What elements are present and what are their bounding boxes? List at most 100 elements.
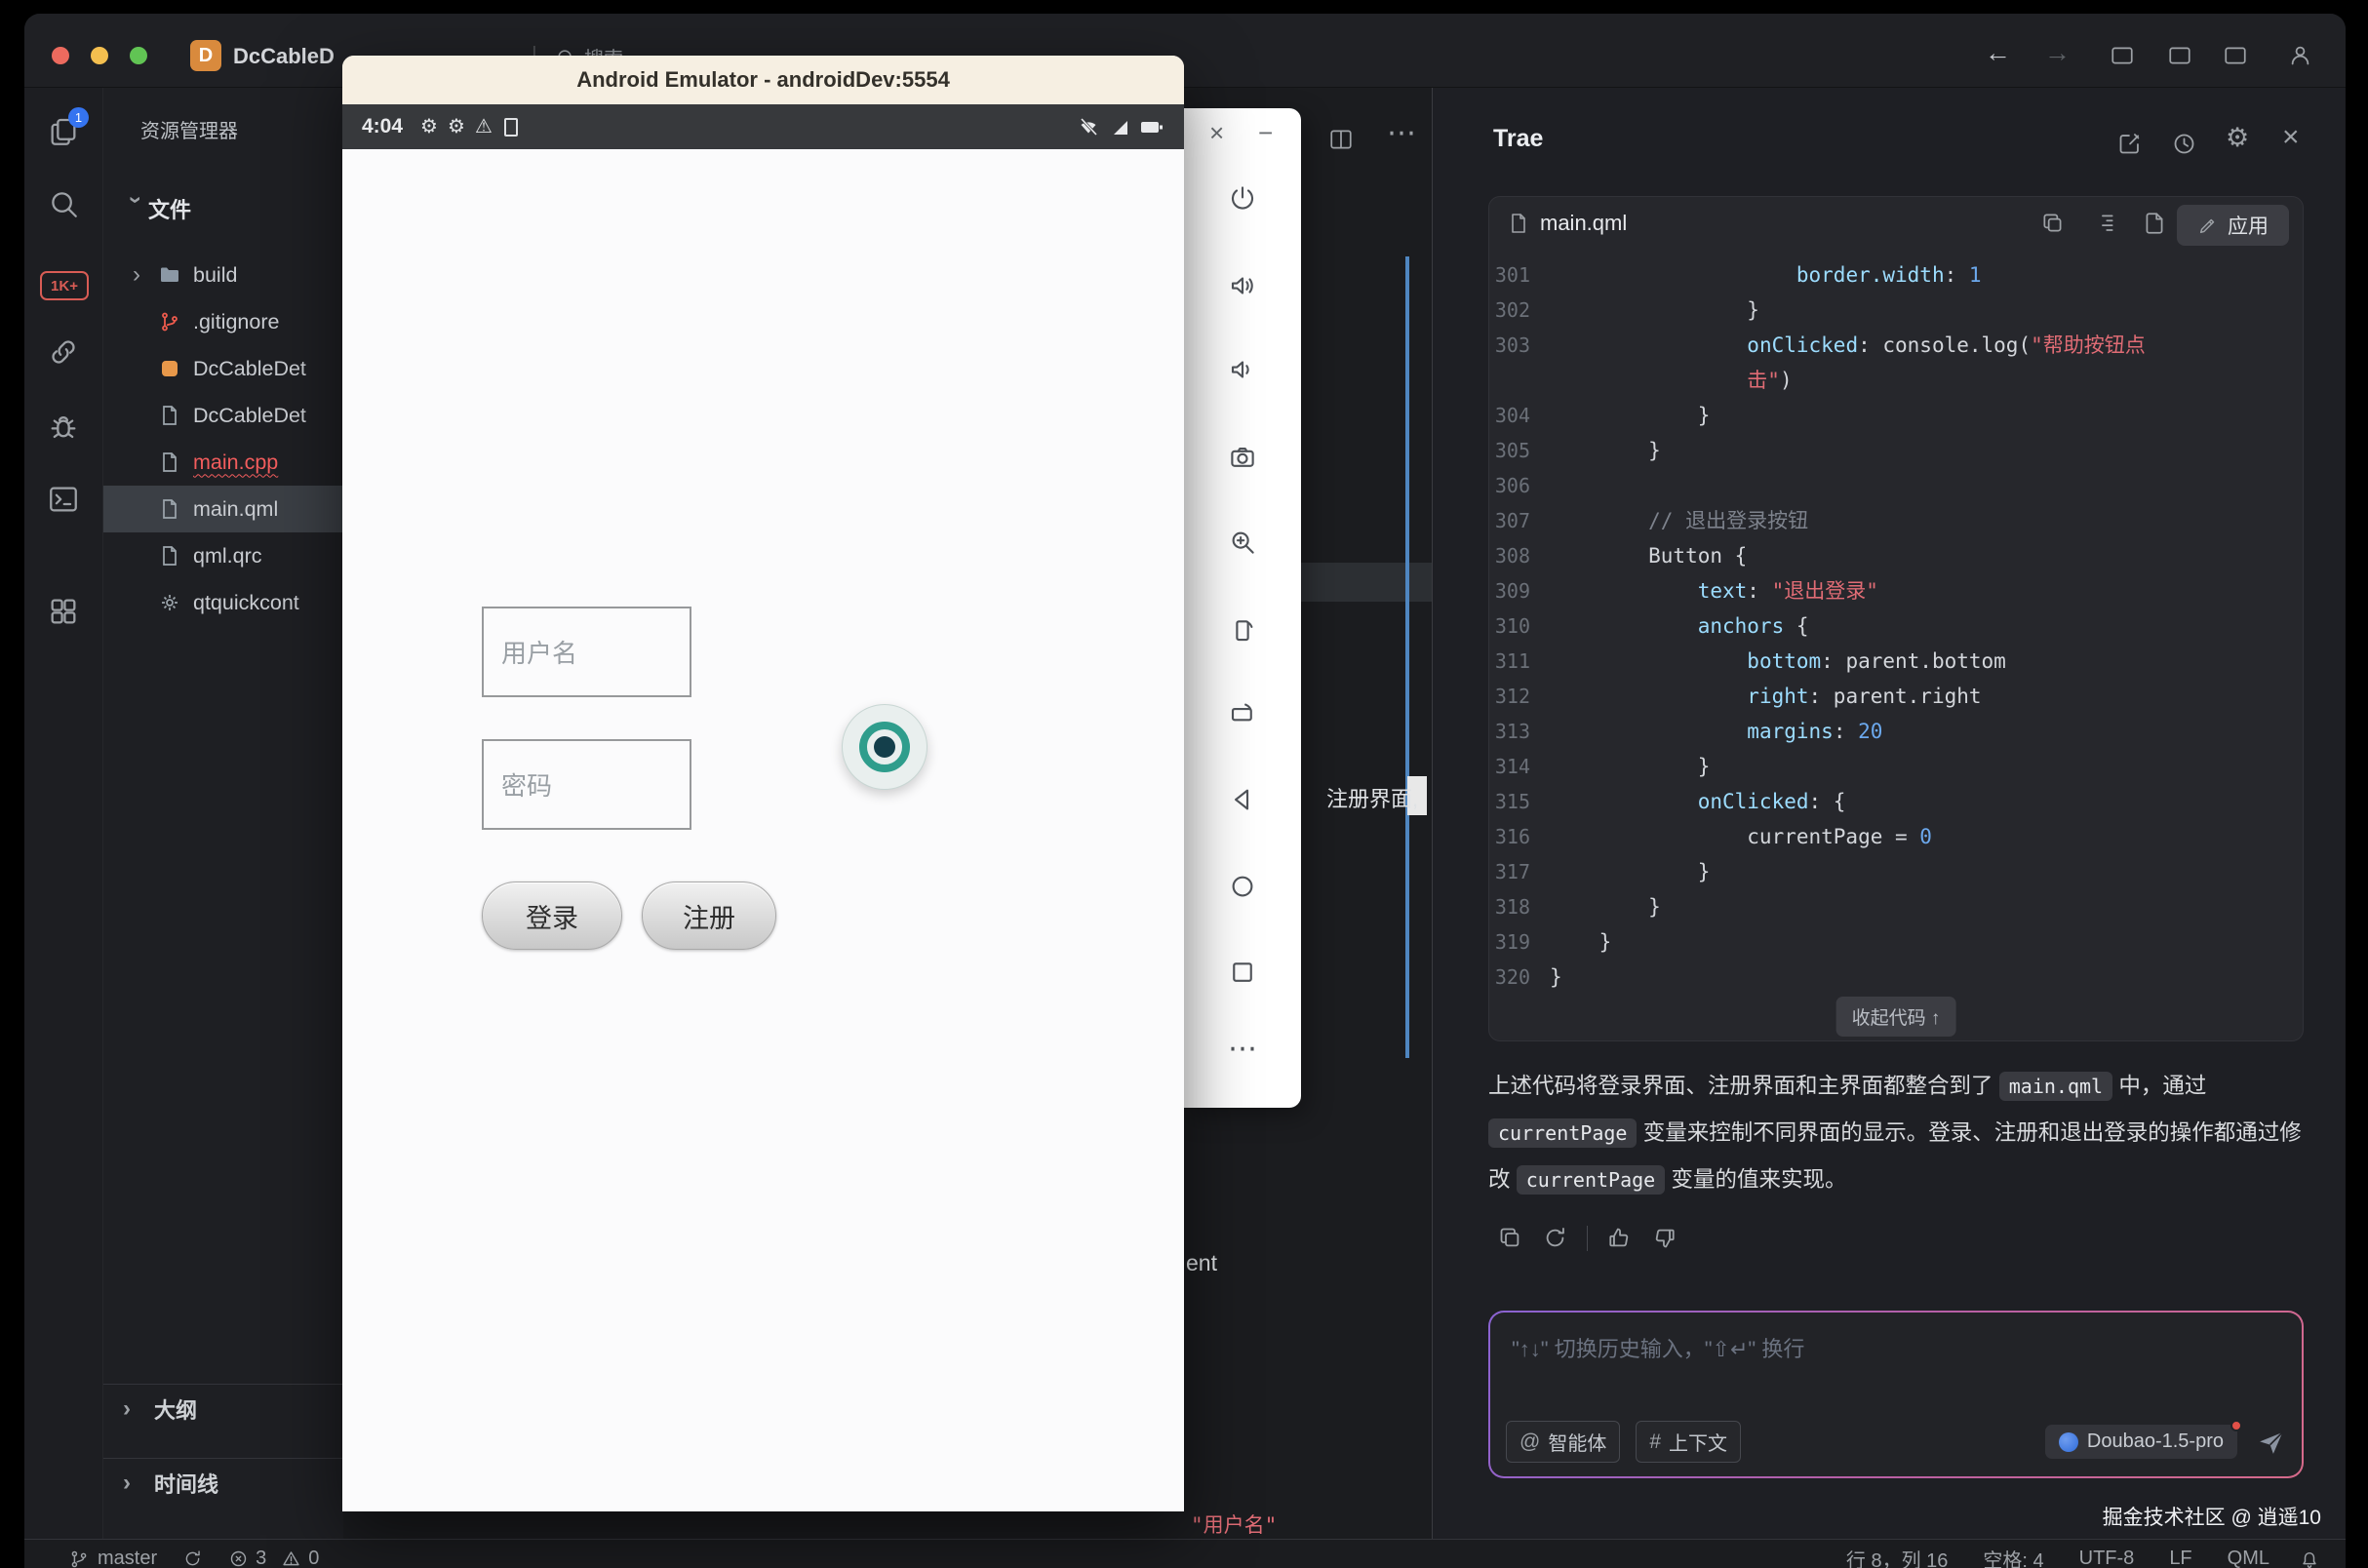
toggle-bottom-panel-icon[interactable] — [2167, 43, 2192, 68]
file-icon — [158, 451, 181, 474]
activity-terminal-button[interactable] — [47, 483, 80, 516]
rotate-landscape-icon — [1228, 699, 1257, 728]
screenshot-button[interactable] — [1228, 443, 1257, 472]
volume-up-button[interactable] — [1228, 271, 1257, 300]
chat-input-box[interactable]: "↑↓" 切换历史输入，"⇧↵" 换行 @ 智能体 # 上下文 Doubao-1… — [1488, 1311, 2304, 1478]
maximize-window-button[interactable] — [130, 47, 147, 64]
model-selector[interactable]: Doubao-1.5-pro — [2045, 1425, 2237, 1459]
thumbs-up-icon[interactable] — [1606, 1225, 1633, 1251]
insert-code-icon[interactable] — [2091, 211, 2116, 236]
zoom-button[interactable] — [1228, 528, 1257, 557]
file-item-qtquickcont[interactable]: qtquickcont — [103, 579, 343, 626]
code-line: 312 right: parent.right — [1489, 679, 2303, 714]
minimize-window-button[interactable] — [91, 47, 108, 64]
history-icon[interactable] — [2171, 131, 2197, 157]
activity-debug-button[interactable] — [47, 411, 80, 444]
activity-search-button[interactable] — [47, 187, 80, 220]
close-window-button[interactable] — [52, 47, 69, 64]
toggle-left-panel-icon[interactable] — [2110, 43, 2135, 68]
collapse-code-button[interactable]: 收起代码 ↑ — [1836, 997, 1956, 1037]
nav-forward-icon[interactable]: → — [2044, 40, 2071, 66]
nav-back-icon[interactable]: ← — [1985, 40, 2011, 66]
file-item-DcCableDet[interactable]: DcCableDet — [103, 392, 343, 439]
more-options-button[interactable]: ⋯ — [1228, 1035, 1257, 1064]
toggle-right-panel-icon[interactable] — [2223, 43, 2248, 68]
export-code-icon[interactable] — [2142, 211, 2167, 236]
file-item-qml.qrc[interactable]: qml.qrc — [103, 532, 343, 579]
apply-code-button[interactable]: 应用 — [2177, 205, 2289, 246]
rotate-left-button[interactable] — [1228, 615, 1257, 645]
settings-gear-icon[interactable]: ⚙ — [2226, 125, 2249, 151]
git-branch-item[interactable]: master — [68, 1548, 157, 1568]
status-item[interactable]: LF — [2169, 1548, 2191, 1568]
regenerate-icon[interactable] — [1542, 1225, 1568, 1251]
editor-scrollbar[interactable] — [1405, 256, 1409, 1058]
context-chip[interactable]: # 上下文 — [1636, 1421, 1741, 1463]
thumbs-down-icon[interactable] — [1651, 1225, 1677, 1251]
code-line: 311 bottom: parent.bottom — [1489, 644, 2303, 679]
problems-item[interactable]: 3 0 — [228, 1548, 319, 1568]
file-item-.gitignore[interactable]: .gitignore — [103, 298, 343, 345]
copy-code-icon[interactable] — [2040, 211, 2066, 236]
at-icon: @ — [1519, 1431, 1540, 1452]
split-editor-icon[interactable] — [1328, 127, 1354, 152]
activity-references-button[interactable] — [47, 335, 80, 369]
sync-icon[interactable] — [182, 1548, 203, 1568]
close-panel-icon[interactable]: × — [2282, 123, 2300, 152]
code-line: 305 } — [1489, 433, 2303, 468]
code-fragment: 注册界面, — [1326, 782, 1418, 813]
emulator-window: Android Emulator - androidDev:5554 4:04 … — [342, 56, 1184, 1511]
back-triangle-icon — [1228, 785, 1257, 814]
file-item-build[interactable]: ›build — [103, 252, 343, 298]
close-emulator-icon[interactable]: × — [1209, 120, 1224, 145]
editor-more-icon[interactable]: ⋯ — [1387, 119, 1416, 148]
password-input[interactable]: 密码 — [482, 739, 691, 830]
home-button[interactable] — [1228, 872, 1257, 901]
explorer-panel: 资源管理器 › 文件 ›build.gitignoreDcCableDetDcC… — [102, 88, 343, 1539]
file-item-DcCableDet[interactable]: DcCableDet — [103, 345, 343, 392]
message-actions — [1497, 1225, 1677, 1251]
chevron-right-icon: › — [123, 1470, 148, 1497]
file-name: .gitignore — [193, 310, 279, 334]
agent-chip[interactable]: @ 智能体 — [1506, 1421, 1620, 1463]
activity-likes-button[interactable]: 1K+ — [40, 271, 89, 300]
overview-button[interactable] — [1228, 958, 1257, 987]
new-chat-icon[interactable] — [2116, 131, 2143, 157]
status-item[interactable]: 行 8，列 16 — [1846, 1545, 1948, 1568]
context-chip-label: 上下文 — [1669, 1428, 1727, 1456]
bell-icon[interactable] — [2299, 1548, 2320, 1568]
file-item-main.cpp[interactable]: main.cpp — [103, 439, 343, 486]
code-line: 313 margins: 20 — [1489, 714, 2303, 749]
status-item[interactable]: QML — [2228, 1548, 2269, 1568]
code-line: 314 } — [1489, 749, 2303, 784]
send-icon[interactable] — [2257, 1428, 2286, 1457]
power-button[interactable] — [1228, 183, 1257, 213]
file-name: main.qml — [193, 497, 278, 522]
record-button[interactable] — [842, 704, 927, 790]
files-section-header[interactable]: › 文件 — [103, 185, 343, 232]
back-button[interactable] — [1228, 785, 1257, 814]
activity-explorer-button[interactable]: 1 — [47, 115, 80, 148]
file-item-main.qml[interactable]: main.qml — [103, 486, 343, 532]
explorer-badge: 1 — [68, 107, 89, 128]
warning-icon — [281, 1548, 301, 1568]
account-icon[interactable] — [2287, 42, 2313, 68]
status-item[interactable]: UTF-8 — [2079, 1548, 2135, 1568]
answer-segment: 上述代码将登录界面、注册界面和主界面都整合到了 — [1488, 1074, 1999, 1098]
login-button[interactable]: 登录 — [482, 882, 622, 950]
rotate-right-button[interactable] — [1228, 699, 1257, 728]
register-button[interactable]: 注册 — [642, 882, 776, 950]
username-input[interactable]: 用户名 — [482, 607, 691, 697]
activity-apps-button[interactable] — [47, 595, 80, 628]
file-icon — [158, 544, 181, 568]
outline-section-header[interactable]: › 大纲 — [103, 1384, 343, 1432]
volume-down-button[interactable] — [1228, 355, 1257, 384]
file-icon — [158, 404, 181, 427]
file-list: ›build.gitignoreDcCableDetDcCableDetmain… — [103, 252, 343, 626]
status-item[interactable]: 空格: 4 — [1983, 1545, 2043, 1568]
timeline-section-header[interactable]: › 时间线 — [103, 1458, 343, 1507]
copy-message-icon[interactable] — [1497, 1225, 1523, 1251]
emulator-titlebar[interactable]: Android Emulator - androidDev:5554 — [342, 56, 1184, 104]
minimize-emulator-icon[interactable]: − — [1258, 120, 1273, 145]
code-line: 302 } — [1489, 293, 2303, 328]
